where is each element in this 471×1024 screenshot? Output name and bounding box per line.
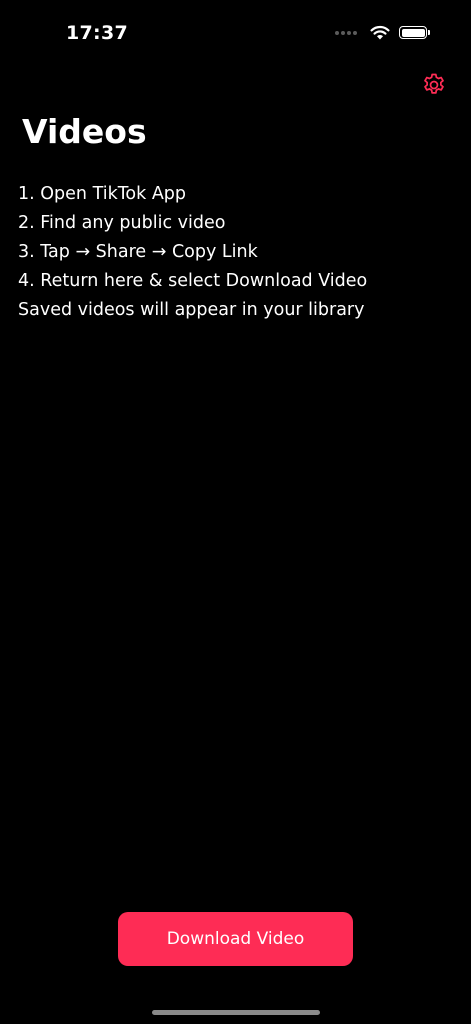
instruction-step-1: 1. Open TikTok App: [18, 184, 187, 204]
page-title: Videos: [22, 112, 147, 151]
battery-icon: [399, 26, 430, 39]
instructions-list: 1. Open TikTok App 2. Find any public vi…: [18, 180, 367, 325]
home-indicator: [152, 1010, 320, 1015]
instruction-note: Saved videos will appear in your library: [18, 300, 365, 320]
status-bar: 17:37: [0, 0, 471, 70]
instruction-step-3: 3. Tap → Share → Copy Link: [18, 242, 258, 262]
wifi-icon: [370, 25, 390, 40]
status-time: 17:37: [66, 22, 128, 44]
download-video-button[interactable]: Download Video: [118, 912, 353, 966]
cellular-signal-icon: [335, 30, 357, 35]
instruction-step-4: 4. Return here & select Download Video: [18, 271, 368, 291]
gear-icon[interactable]: [421, 72, 447, 98]
instruction-step-2: 2. Find any public video: [18, 213, 226, 233]
status-indicators: [335, 25, 430, 40]
